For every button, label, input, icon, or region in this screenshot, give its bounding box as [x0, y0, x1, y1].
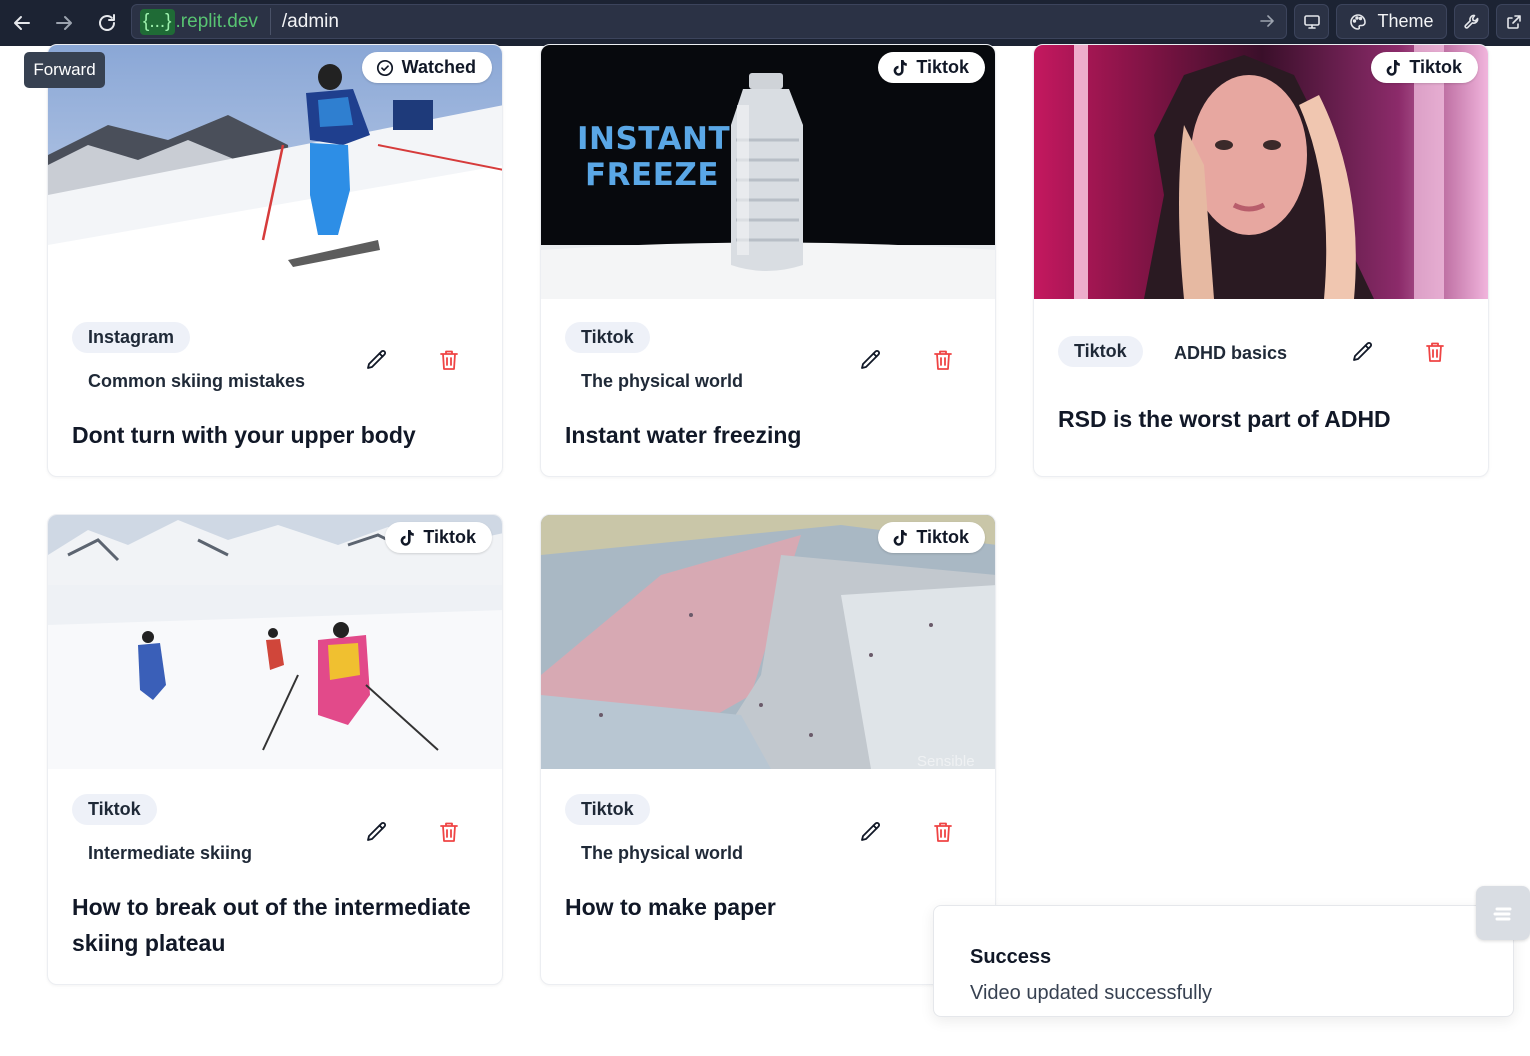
- video-card: INSTANT FREEZE Tiktok Tiktok The physica…: [540, 44, 996, 477]
- wrench-icon: [1463, 14, 1478, 29]
- url-host: {...} .replit.dev: [138, 8, 260, 35]
- stack-icon: [1493, 907, 1512, 921]
- topic-label: The physical world: [581, 843, 744, 863]
- reload-button[interactable]: [91, 7, 123, 39]
- forward-tooltip: Forward: [24, 52, 105, 88]
- pencil-icon: [1353, 342, 1372, 361]
- topic-label: Intermediate skiing: [88, 843, 253, 863]
- edit-button[interactable]: [1348, 337, 1378, 367]
- tiktok-icon: [893, 529, 908, 546]
- topic-label: ADHD basics: [1174, 343, 1288, 363]
- video-title: How to break out of the intermediate ski…: [72, 894, 471, 956]
- topic-label: The physical world: [581, 371, 744, 391]
- thumbnail-watermark: Sensible: [917, 753, 975, 769]
- video-card: Sensible Tiktok Tiktok The physical worl…: [540, 514, 996, 985]
- url-divider: [269, 8, 271, 35]
- tiktok-icon: [1386, 59, 1401, 76]
- delete-button[interactable]: [928, 345, 958, 375]
- external-link-icon: [1506, 14, 1521, 29]
- platform-pill: Instagram: [72, 322, 191, 353]
- edit-button[interactable]: [362, 345, 392, 375]
- platform-badge: Tiktok: [878, 522, 985, 553]
- video-thumbnail[interactable]: INSTANT FREEZE Tiktok: [541, 45, 995, 299]
- arrow-left-icon: [14, 16, 30, 30]
- trash-icon: [440, 822, 458, 842]
- platform-badge: Tiktok: [1371, 52, 1478, 83]
- edit-button[interactable]: [856, 345, 886, 375]
- video-thumbnail[interactable]: Tiktok: [1034, 45, 1488, 299]
- platform-badge: Tiktok: [878, 52, 985, 83]
- video-thumbnail[interactable]: Watched: [48, 45, 502, 299]
- forward-button[interactable]: [48, 7, 80, 39]
- reload-icon: [99, 14, 115, 31]
- delete-button[interactable]: [928, 817, 958, 847]
- trash-icon: [934, 822, 952, 842]
- trash-icon: [1426, 342, 1444, 362]
- monitor-icon: [1303, 14, 1320, 29]
- toast-title: Success: [970, 946, 1052, 968]
- platform-pill: Tiktok: [1058, 336, 1143, 367]
- video-title: Instant water freezing: [565, 422, 802, 448]
- platform-pill: Tiktok: [565, 322, 650, 353]
- devices-button[interactable]: [1294, 4, 1329, 39]
- watched-badge: Watched: [361, 52, 492, 83]
- delete-button[interactable]: [1420, 337, 1450, 367]
- browser-toolbar: {...} .replit.dev /admin Theme: [0, 0, 1530, 46]
- pencil-icon: [861, 350, 880, 369]
- devtools-button[interactable]: [1454, 4, 1489, 39]
- trash-icon: [934, 350, 952, 370]
- video-title: RSD is the worst part of ADHD: [1058, 406, 1391, 432]
- theme-button[interactable]: Theme: [1336, 4, 1447, 39]
- tiktok-icon: [400, 529, 415, 546]
- floating-action-button[interactable]: [1476, 886, 1530, 940]
- arrow-right-icon: [56, 16, 72, 30]
- open-new-tab-button[interactable]: [1496, 4, 1530, 39]
- video-card: Tiktok Tiktok ADHD basics RSD is the wor…: [1033, 44, 1489, 477]
- go-arrow-icon[interactable]: [1258, 12, 1276, 35]
- video-card: Tiktok Tiktok Intermediate skiing How to…: [47, 514, 503, 985]
- pencil-icon: [861, 822, 880, 841]
- video-thumbnail[interactable]: Sensible Tiktok: [541, 515, 995, 769]
- platform-pill: Tiktok: [565, 794, 650, 825]
- platform-badge: Tiktok: [385, 522, 492, 553]
- edit-button[interactable]: [362, 817, 392, 847]
- video-title: How to make paper: [565, 894, 776, 920]
- check-circle-icon: [376, 59, 393, 76]
- video-thumbnail[interactable]: Tiktok: [48, 515, 502, 769]
- url-path: /admin: [281, 10, 339, 32]
- url-host-brace: {...}: [140, 8, 175, 35]
- video-card: Watched Instagram Common skiing mistakes…: [47, 44, 503, 477]
- toast-message: Video updated successfully: [970, 982, 1213, 1004]
- delete-button[interactable]: [434, 345, 464, 375]
- pencil-icon: [367, 350, 386, 369]
- pencil-icon: [367, 822, 386, 841]
- back-button[interactable]: [6, 7, 38, 39]
- theme-label: Theme: [1377, 11, 1434, 31]
- palette-icon: [1350, 13, 1367, 30]
- platform-pill: Tiktok: [72, 794, 157, 825]
- edit-button[interactable]: [856, 817, 886, 847]
- delete-button[interactable]: [434, 817, 464, 847]
- video-title: Dont turn with your upper body: [72, 422, 416, 448]
- topic-label: Common skiing mistakes: [88, 371, 306, 391]
- address-bar[interactable]: {...} .replit.dev /admin: [131, 4, 1287, 39]
- thumbnail-caption: INSTANT FREEZE: [577, 121, 731, 193]
- tiktok-icon: [893, 59, 908, 76]
- success-toast[interactable]: Success Video updated successfully: [933, 905, 1514, 1017]
- trash-icon: [440, 350, 458, 370]
